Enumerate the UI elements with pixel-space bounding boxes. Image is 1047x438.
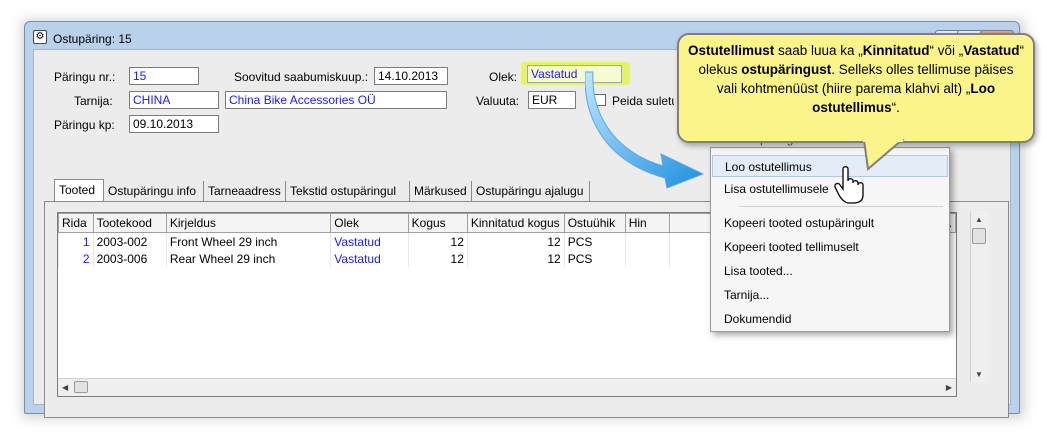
- window-title: Ostupäring: 15: [53, 32, 132, 46]
- callout-text-5: Vastatud: [963, 43, 1020, 58]
- scroll-up-icon[interactable]: ▲: [975, 215, 983, 224]
- menu-item-supplier[interactable]: Tarnija...: [712, 284, 948, 306]
- tab-tooted[interactable]: Tooted: [54, 179, 104, 201]
- cell-kirjeldus: Front Wheel 29 inch: [165, 232, 331, 250]
- app-icon: ⚙: [33, 30, 47, 44]
- cell-ostuyhik: PCS: [563, 250, 626, 267]
- tab-request-info[interactable]: Ostupäringu info: [104, 181, 204, 201]
- desired-arrival-label: Soovitud saabumiskuup.:: [234, 70, 369, 84]
- scroll-left-icon[interactable]: ◀: [62, 383, 68, 392]
- currency-label: Valuuta:: [476, 94, 520, 108]
- callout-text-7: ostupäringust: [741, 62, 832, 77]
- col-rida[interactable]: Rida: [58, 213, 94, 233]
- menu-item-copy-from-order[interactable]: Kopeeri tooted tellimuselt: [712, 236, 948, 258]
- cell-ostuyhik: PCS: [563, 232, 626, 250]
- hand-cursor-icon: [834, 166, 864, 204]
- vertical-scroll-thumb[interactable]: [972, 228, 986, 244]
- desired-arrival-field[interactable]: 14.10.2013: [374, 67, 448, 85]
- col-hind[interactable]: Hin: [624, 213, 670, 233]
- cell-hind: [624, 250, 670, 267]
- col-olek[interactable]: Olek: [330, 213, 409, 233]
- callout-text-3: Kinnitatud: [862, 43, 930, 58]
- horizontal-scrollbar[interactable]: ◀ ▶: [58, 378, 956, 396]
- request-date-field[interactable]: 09.10.2013: [129, 115, 219, 133]
- cell-rida: 1: [58, 232, 94, 250]
- supplier-name-field[interactable]: China Bike Accessories OÜ: [225, 91, 447, 109]
- cell-olek: Vastatud: [330, 232, 409, 250]
- tab-notes[interactable]: Märkused: [410, 181, 472, 201]
- menu-item-create-order[interactable]: Loo ostutellimus: [712, 155, 948, 177]
- cell-olek: Vastatud: [330, 250, 409, 267]
- tab-history[interactable]: Ostupäringu ajalugu: [472, 181, 590, 201]
- currency-field[interactable]: EUR: [528, 91, 576, 109]
- vertical-scrollbar[interactable]: ▲ ▼: [970, 212, 988, 382]
- request-number-field[interactable]: 15: [129, 67, 199, 85]
- supplier-label: Tarnija:: [74, 94, 113, 108]
- cell-kogus: 12: [407, 232, 468, 250]
- col-ostuyhik[interactable]: Ostuühik: [563, 213, 626, 233]
- menu-item-add-to-order[interactable]: Lisa ostutellimusele: [712, 178, 948, 200]
- callout-text-1: Ostutellimust: [687, 43, 775, 58]
- cell-kirjeldus: Rear Wheel 29 inch: [165, 250, 331, 267]
- cell-rida: 2: [58, 250, 94, 267]
- col-tootekood[interactable]: Tootekood: [92, 213, 167, 233]
- tab-texts[interactable]: Tekstid ostupäringul: [286, 181, 410, 201]
- tab-delivery-address[interactable]: Tarneaadress: [204, 181, 286, 201]
- menu-separator: [739, 206, 943, 207]
- callout-text-4: “ või „: [929, 43, 964, 58]
- context-menu: ... ostupäring Loo ostutellimus Lisa ost…: [710, 132, 950, 332]
- supplier-code-field[interactable]: CHINA: [129, 91, 219, 109]
- scroll-down-icon[interactable]: ▼: [975, 370, 983, 379]
- instruction-callout: Ostutellimust saab luua ka „Kinnitatud“ …: [677, 33, 1035, 143]
- cell-hind: [624, 232, 670, 250]
- col-kinnitatud[interactable]: Kinnitatud kogus: [466, 213, 565, 233]
- cell-tootekood: 2003-006: [92, 250, 167, 267]
- menu-item-documents[interactable]: Dokumendid: [712, 308, 948, 330]
- callout-text-2: saab luua ka „: [774, 43, 863, 58]
- callout-text-10: “.: [891, 100, 900, 115]
- col-kogus[interactable]: Kogus: [407, 213, 468, 233]
- status-label: Olek:: [489, 70, 518, 84]
- cell-kinnitatud: 12: [466, 250, 565, 267]
- callout-pointer: [862, 139, 905, 171]
- menu-item-add-products[interactable]: Lisa tooted...: [712, 260, 948, 282]
- cell-tootekood: 2003-002: [92, 232, 167, 250]
- cell-kogus: 12: [407, 250, 468, 267]
- scroll-right-icon[interactable]: ▶: [946, 383, 952, 392]
- request-number-label: Päringu nr.:: [54, 70, 116, 84]
- cell-kinnitatud: 12: [466, 232, 565, 250]
- request-date-label: Päringu kp:: [54, 118, 115, 132]
- menu-item-copy-from-request[interactable]: Kopeeri tooted ostupäringult: [712, 212, 948, 234]
- horizontal-scroll-thumb[interactable]: [74, 381, 88, 393]
- col-kirjeldus[interactable]: Kirjeldus: [165, 213, 332, 233]
